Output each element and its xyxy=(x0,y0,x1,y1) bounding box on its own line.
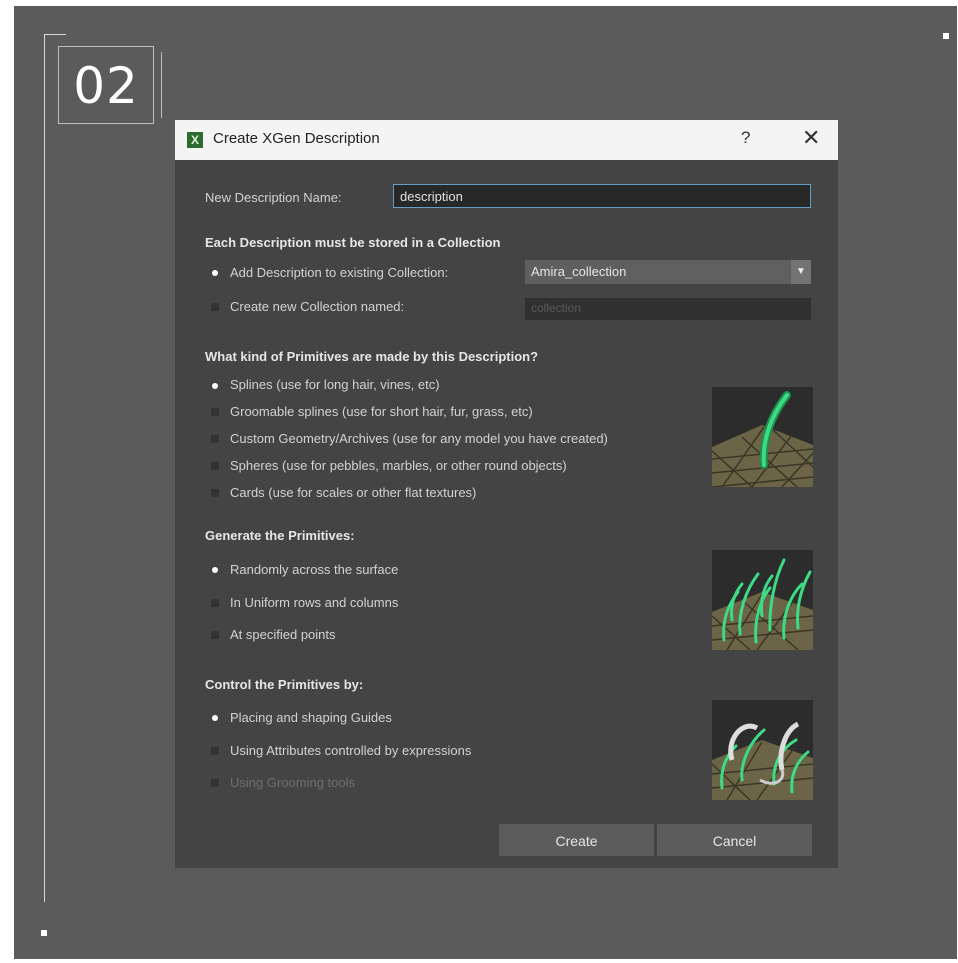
option-splines[interactable]: Splines (use for long hair, vines, etc) xyxy=(230,377,440,392)
collection-dropdown[interactable]: Amira_collection ▼ xyxy=(525,260,811,284)
random-distribution-preview-image xyxy=(712,550,813,650)
radio-guides[interactable] xyxy=(212,715,218,721)
option-groomable-splines[interactable]: Groomable splines (use for short hair, f… xyxy=(230,404,533,419)
option-specified-points[interactable]: At specified points xyxy=(230,627,336,642)
option-random[interactable]: Randomly across the surface xyxy=(230,562,398,577)
create-xgen-description-dialog: X Create XGen Description ? ✕ New Descri… xyxy=(175,120,838,868)
radio-existing-collection[interactable] xyxy=(212,270,218,276)
name-label: New Description Name: xyxy=(205,190,342,205)
dialog-title: Create XGen Description xyxy=(213,130,380,147)
primitives-header: What kind of Primitives are made by this… xyxy=(205,349,539,364)
radio-uniform[interactable] xyxy=(211,599,219,607)
corner-dot-top-right xyxy=(943,33,949,39)
option-guides[interactable]: Placing and shaping Guides xyxy=(230,710,392,725)
splines-preview-image xyxy=(712,387,813,487)
frame-corner-tick xyxy=(44,34,66,35)
xgen-app-icon: X xyxy=(187,132,203,148)
radio-custom-geometry[interactable] xyxy=(211,435,219,443)
corner-dot-bottom-left xyxy=(41,930,47,936)
generate-header: Generate the Primitives: xyxy=(205,528,355,543)
option-existing-collection[interactable]: Add Description to existing Collection: xyxy=(230,265,448,280)
frame-corner-line xyxy=(44,34,45,902)
radio-groomable-splines[interactable] xyxy=(211,408,219,416)
radio-expressions[interactable] xyxy=(211,747,219,755)
option-grooming-tools: Using Grooming tools xyxy=(230,775,355,790)
radio-cards[interactable] xyxy=(211,489,219,497)
option-custom-geometry[interactable]: Custom Geometry/Archives (use for any mo… xyxy=(230,431,608,446)
help-button[interactable]: ? xyxy=(741,128,750,148)
step-divider xyxy=(161,52,162,118)
cancel-button[interactable]: Cancel xyxy=(657,824,812,856)
chevron-down-icon[interactable]: ▼ xyxy=(791,260,811,284)
radio-random[interactable] xyxy=(212,567,218,573)
radio-splines[interactable] xyxy=(212,383,218,389)
control-header: Control the Primitives by: xyxy=(205,677,364,692)
guides-preview-image xyxy=(712,700,813,800)
option-cards[interactable]: Cards (use for scales or other flat text… xyxy=(230,485,476,500)
radio-grooming-tools xyxy=(211,779,219,787)
radio-new-collection[interactable] xyxy=(211,303,219,311)
option-expressions[interactable]: Using Attributes controlled by expressio… xyxy=(230,743,471,758)
close-button[interactable]: ✕ xyxy=(802,125,820,151)
radio-specified-points[interactable] xyxy=(211,631,219,639)
collection-dropdown-value: Amira_collection xyxy=(531,264,627,279)
option-uniform[interactable]: In Uniform rows and columns xyxy=(230,595,398,610)
create-button[interactable]: Create xyxy=(499,824,654,856)
option-spheres[interactable]: Spheres (use for pebbles, marbles, or ot… xyxy=(230,458,567,473)
radio-spheres[interactable] xyxy=(211,462,219,470)
collection-header: Each Description must be stored in a Col… xyxy=(205,235,501,250)
step-number: 02 xyxy=(58,46,154,124)
dialog-titlebar: X Create XGen Description ? ✕ xyxy=(175,120,838,160)
option-new-collection[interactable]: Create new Collection named: xyxy=(230,299,404,314)
description-name-input[interactable] xyxy=(393,184,811,208)
new-collection-input[interactable]: collection xyxy=(525,298,811,320)
